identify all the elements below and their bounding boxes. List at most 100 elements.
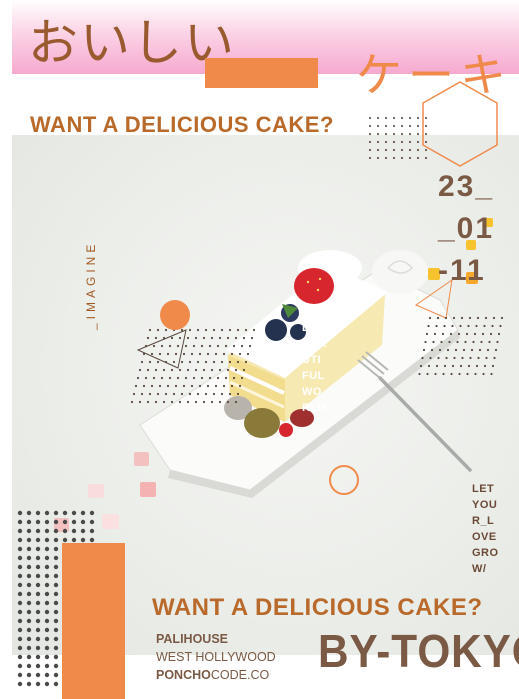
- vertical-line: YOU: [472, 499, 498, 511]
- pattern-dot: [180, 360, 184, 364]
- pattern-dot: [222, 352, 226, 356]
- pattern-dot: [368, 132, 372, 136]
- pattern-dot: [481, 332, 485, 336]
- pattern-dot: [224, 376, 228, 380]
- pattern-dot: [62, 537, 68, 543]
- pattern-dot: [202, 368, 206, 372]
- pattern-dot: [186, 400, 190, 404]
- pattern-dot: [17, 546, 23, 552]
- pattern-dot: [178, 336, 182, 340]
- pattern-dot: [408, 124, 412, 128]
- pattern-dot: [242, 336, 246, 340]
- pattern-dot: [435, 324, 438, 328]
- title-jp-right: ケーキ: [356, 48, 512, 102]
- pattern-dot: [176, 376, 180, 380]
- vertical-line: BEA: [302, 338, 327, 350]
- pattern-dot: [483, 324, 486, 328]
- pattern-dot: [440, 340, 443, 344]
- pattern-dot: [236, 328, 240, 332]
- pattern-dot: [448, 340, 451, 344]
- pattern-dot: [154, 368, 158, 372]
- pattern-dot: [156, 360, 160, 364]
- pattern-dot: [491, 324, 494, 328]
- pattern-dot: [182, 352, 186, 356]
- pattern-dot: [196, 328, 200, 332]
- pattern-dot: [226, 400, 230, 404]
- website-bold: PONCHO: [156, 668, 211, 682]
- pattern-dot: [152, 376, 156, 380]
- pattern-dot: [228, 392, 232, 396]
- pattern-dot: [246, 352, 250, 356]
- pattern-dot: [35, 573, 41, 579]
- pattern-dot: [53, 681, 59, 687]
- pattern-dot: [445, 356, 448, 360]
- pattern-dot: [442, 372, 445, 376]
- pattern-dot: [44, 663, 50, 669]
- pattern-dot: [146, 400, 150, 404]
- pattern-dot: [148, 360, 152, 364]
- pattern-dot: [457, 332, 461, 336]
- orange-circle: [160, 300, 190, 330]
- pattern-dot: [226, 368, 230, 372]
- pattern-dot: [432, 340, 435, 344]
- pattern-dot: [485, 356, 488, 360]
- pattern-dot: [156, 328, 160, 332]
- pattern-dot: [192, 376, 196, 380]
- pattern-dot: [240, 376, 244, 380]
- pattern-dot: [44, 564, 50, 570]
- pattern-dot: [89, 519, 95, 525]
- pattern-dot: [212, 328, 216, 332]
- pattern-dot: [220, 360, 224, 364]
- pattern-dot: [496, 340, 499, 344]
- pattern-dot: [17, 528, 23, 534]
- pattern-dot: [17, 600, 23, 606]
- pattern-dot: [376, 156, 380, 160]
- pattern-dot: [26, 618, 32, 624]
- pattern-dot: [53, 654, 59, 660]
- pattern-dot: [228, 360, 232, 364]
- pattern-dot: [500, 316, 504, 320]
- pattern-dot: [484, 316, 488, 320]
- pattern-dot: [250, 336, 254, 340]
- pattern-dot: [216, 344, 220, 348]
- pattern-dot: [144, 344, 148, 348]
- pattern-dot: [170, 400, 174, 404]
- pattern-dot: [26, 591, 32, 597]
- pattern-dot: [17, 510, 23, 516]
- pattern-dot: [384, 140, 388, 144]
- pattern-dot: [489, 332, 493, 336]
- pattern-dot: [44, 528, 50, 534]
- pattern-dot: [236, 360, 240, 364]
- pattern-dot: [238, 384, 242, 388]
- pattern-dot: [232, 344, 236, 348]
- pattern-dot: [188, 360, 192, 364]
- pattern-dot: [53, 600, 59, 606]
- pattern-dot: [26, 663, 32, 669]
- pattern-dot: [62, 519, 68, 525]
- pattern-dot: [400, 156, 404, 160]
- pattern-dot: [210, 336, 214, 340]
- pattern-dot: [434, 372, 437, 376]
- pattern-dot: [392, 140, 396, 144]
- pattern-dot: [400, 116, 404, 120]
- pattern-dot: [204, 328, 208, 332]
- pattern-dot: [148, 392, 152, 396]
- pattern-dot: [162, 400, 166, 404]
- signature: BY-TOKYO: [318, 625, 519, 677]
- pattern-dot: [44, 645, 50, 651]
- pattern-dot: [456, 340, 459, 344]
- pattern-dot: [424, 340, 427, 344]
- pattern-dot: [176, 344, 180, 348]
- pattern-dot: [164, 392, 168, 396]
- pattern-dot: [35, 564, 41, 570]
- pattern-dot: [53, 591, 59, 597]
- headline-bottom: WANT A DELICIOUS CAKE?: [152, 594, 483, 621]
- pattern-dot: [416, 140, 420, 144]
- pattern-dot: [80, 528, 86, 534]
- pattern-dot: [44, 636, 50, 642]
- pattern-dot: [26, 546, 32, 552]
- pattern-dot: [428, 316, 432, 320]
- pattern-dot: [35, 618, 41, 624]
- pattern-dot: [26, 537, 32, 543]
- pattern-dot: [400, 124, 404, 128]
